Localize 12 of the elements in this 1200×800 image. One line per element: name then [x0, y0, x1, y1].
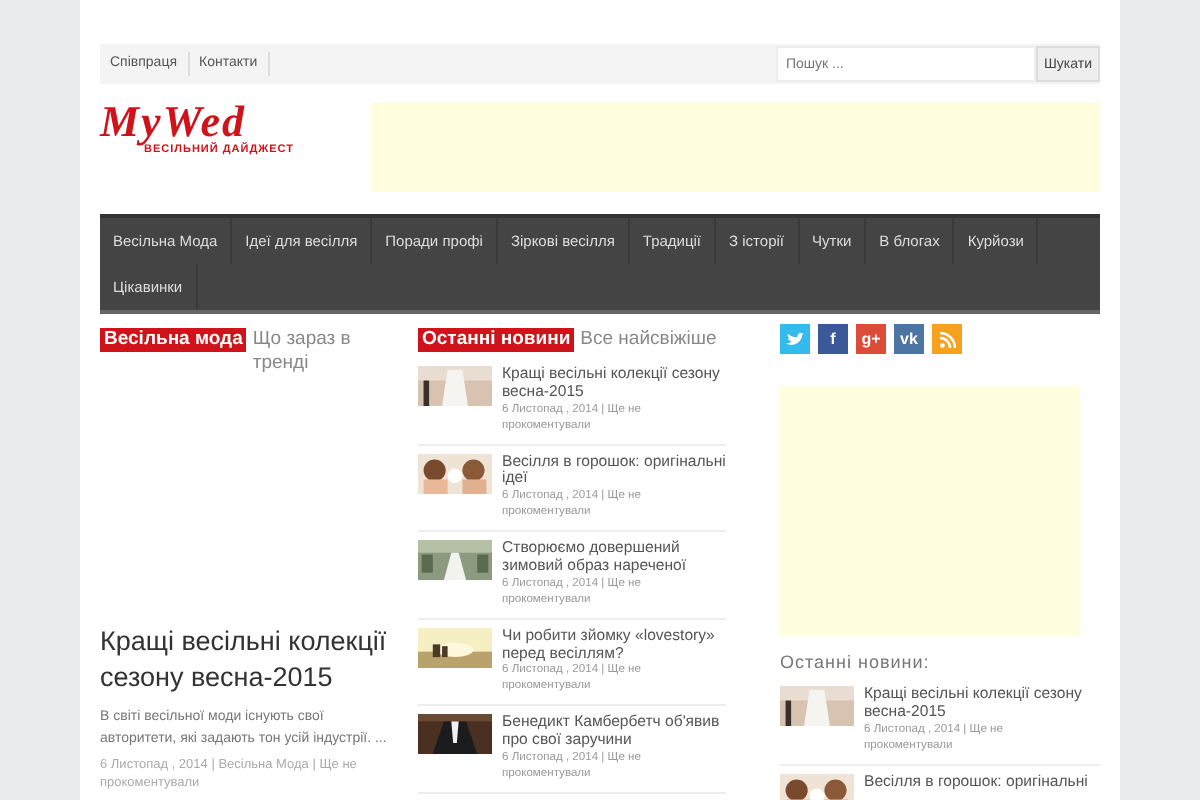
sidebar-heading: Останні новини:	[780, 652, 932, 672]
section-tag: Останні новини	[418, 328, 575, 352]
section-tag: Весільна мода	[100, 328, 247, 352]
bird-icon[interactable]	[780, 324, 810, 354]
social-icon[interactable]: g+	[856, 324, 886, 354]
rss-icon[interactable]	[932, 324, 962, 354]
social-icon[interactable]: vk	[894, 324, 924, 354]
social-icon[interactable]: f	[818, 324, 848, 354]
article-headline[interactable]: Кращі весільні колекції сезону весна-2015	[100, 624, 388, 696]
section-subtitle: Що зараз в тренді	[252, 328, 353, 376]
logo-title[interactable]: MyWed	[100, 102, 360, 142]
section-subtitle: Все найсвіжіше	[580, 328, 717, 352]
